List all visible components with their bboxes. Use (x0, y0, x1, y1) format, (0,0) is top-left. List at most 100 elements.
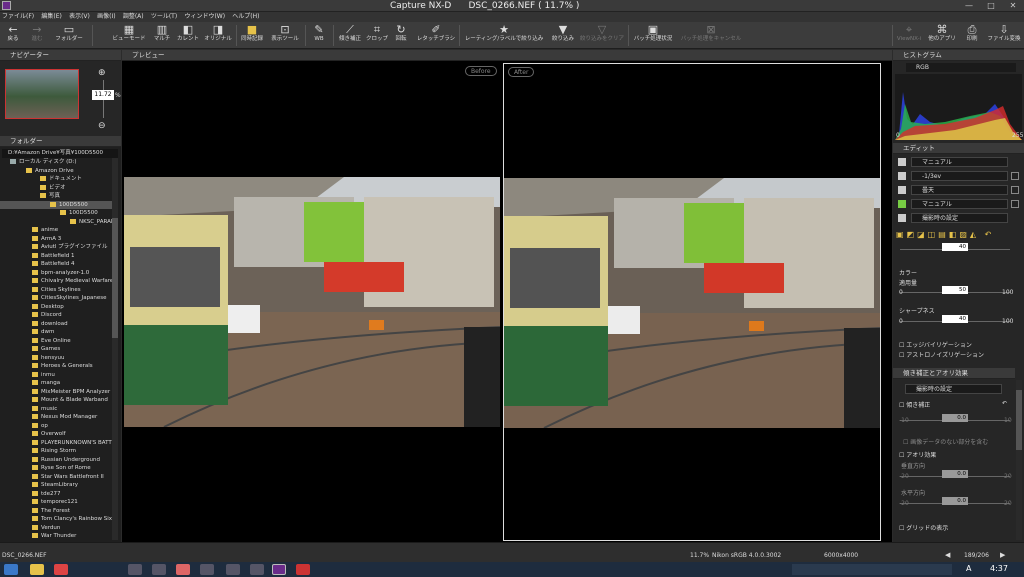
edit-picture-style[interactable]: マニュアル (895, 198, 1023, 210)
scroll-thumb[interactable] (1016, 390, 1022, 450)
menu-adjust[interactable]: 調整(A) (123, 12, 144, 22)
aori-checkbox[interactable]: ☐ アオリ効果 (899, 450, 936, 459)
folder-tree-item[interactable]: Eve Online (0, 337, 112, 345)
folder-tree-item[interactable]: Nexus Mod Manager (0, 413, 112, 421)
horizontal-slider[interactable]: 0.0 (900, 497, 1010, 507)
folder-tree-item[interactable]: 100D5500 (0, 209, 112, 217)
zoom-value[interactable]: 11.72 (92, 90, 114, 100)
menu-window[interactable]: ウィンドウ(W) (184, 12, 225, 22)
navigator-thumbnail[interactable] (5, 69, 79, 119)
viewnx-button[interactable]: ⌖ ViewNX-i (894, 23, 924, 48)
lens-preset[interactable]: 撮影時の設定 (895, 383, 1023, 395)
folder-tree-item[interactable]: ビデオ (0, 184, 112, 192)
folder-tree-item[interactable]: anime (0, 226, 112, 234)
folder-tree-item[interactable]: Amazon Drive (0, 167, 112, 175)
app-taskbar-icon[interactable] (128, 564, 142, 575)
next-image-button[interactable]: ▶ (1000, 551, 1005, 559)
explorer-taskbar-icon[interactable] (30, 564, 44, 575)
app-taskbar-icon[interactable] (296, 564, 310, 575)
folder-tree-item[interactable]: CitiesSkylines_Japanese (0, 294, 112, 302)
menu-image[interactable]: 画像(I) (97, 12, 115, 22)
menu-help[interactable]: ヘルプ(H) (232, 12, 259, 22)
tilt-slider[interactable]: 0.0 (900, 414, 1010, 424)
folder-tree-item[interactable]: download (0, 320, 112, 328)
ime-indicator[interactable]: A (966, 564, 971, 573)
minimize-button[interactable]: — (958, 0, 980, 12)
top-slider-value[interactable]: 40 (942, 243, 968, 251)
retouch-brush-button[interactable]: ✐ レタッチブラシ (414, 23, 458, 48)
folder-tree-item[interactable]: SteamLibrary (0, 481, 112, 489)
current-button[interactable]: ◧ カレント (175, 23, 201, 48)
keep-area-checkbox[interactable]: ☐ 画像データのない部分を含む (903, 437, 988, 446)
clear-filter-button[interactable]: ▽ 絞り込みをクリア (578, 23, 626, 48)
folder-tree-item[interactable]: Battlefield 4 (0, 260, 112, 268)
folder-tree-item[interactable]: 写真 (0, 192, 112, 200)
zoom-in-icon[interactable]: ⊕ (98, 68, 106, 78)
tilt-value[interactable]: 0.0 (942, 414, 968, 422)
app-taskbar-icon[interactable] (152, 564, 166, 575)
folder-tree-item[interactable]: Desktop (0, 303, 112, 311)
app-taskbar-icon[interactable] (176, 564, 190, 575)
capturenx-taskbar-icon[interactable] (272, 564, 286, 575)
folder-tree-item[interactable]: Heroes & Generals (0, 362, 112, 370)
edit-scrollbar[interactable] (1016, 380, 1022, 540)
convert-button[interactable]: ⇩ ファイル変換 (986, 23, 1022, 48)
batch-cancel-button[interactable]: ⊠ バッチ処理をキャンセル (678, 23, 744, 48)
exposure-checkbox[interactable] (1011, 172, 1019, 180)
zoom-out-icon[interactable]: ⊖ (98, 121, 106, 131)
folder-tree-item[interactable]: manga (0, 379, 112, 387)
viewmode-button[interactable]: ▦ ビューモード (110, 23, 148, 48)
app-taskbar-icon[interactable] (200, 564, 214, 575)
display-tool-button[interactable]: ⊡ 表示ツール (268, 23, 302, 48)
batch-status-button[interactable]: ▣ バッチ処理状況 (630, 23, 676, 48)
rating-filter-button[interactable]: ★ レーティング/ラベルで絞り込み (461, 23, 547, 48)
scroll-thumb[interactable] (112, 218, 118, 338)
folder-tree-item[interactable]: inmu (0, 371, 112, 379)
clock[interactable]: 4:37 (990, 564, 1008, 573)
style-checkbox[interactable] (1011, 200, 1019, 208)
folder-tree-item[interactable]: Cities Skylines (0, 286, 112, 294)
multi-button[interactable]: ▥ マルチ (150, 23, 174, 48)
undo-icon[interactable]: ↶ (1002, 400, 1007, 407)
wb-button[interactable]: ✎ WB (308, 23, 330, 48)
maximize-button[interactable]: □ (980, 0, 1002, 12)
top-slider[interactable]: 40 (900, 243, 1010, 253)
print-button[interactable]: ⎙ 印刷 (960, 23, 984, 48)
wb-checkbox[interactable] (1011, 186, 1019, 194)
folder-tree-item[interactable]: ドキュメント (0, 175, 112, 183)
menu-edit[interactable]: 編集(E) (41, 12, 61, 22)
folder-tree-item[interactable]: ArmA 3 (0, 235, 112, 243)
folder-tree-item[interactable]: Rising Storm (0, 447, 112, 455)
folder-tree-item[interactable]: Mount & Blade Warband (0, 396, 112, 404)
folder-tree-item[interactable]: War Thunder (0, 532, 112, 540)
horizontal-value[interactable]: 0.0 (942, 497, 968, 505)
folder-tree-item[interactable]: Battlefield 1 (0, 252, 112, 260)
folder-tree-item[interactable]: op (0, 422, 112, 430)
app-taskbar-icon[interactable] (226, 564, 240, 575)
after-pane[interactable]: After (503, 63, 881, 541)
folder-tree-item[interactable]: dwm (0, 328, 112, 336)
folder-tree-item[interactable]: temporec121 (0, 498, 112, 506)
vertical-slider[interactable]: 0.0 (900, 470, 1010, 480)
original-button[interactable]: ◨ オリジナル (202, 23, 234, 48)
sharpness-slider[interactable]: 40 (900, 315, 1010, 325)
forward-button[interactable]: → 進む (26, 23, 48, 48)
edge-checkbox[interactable]: ☐ エッジバイリゲーション (899, 340, 972, 349)
rotate-button[interactable]: ↻ 回転 (390, 23, 412, 48)
start-button[interactable] (4, 564, 18, 575)
folder-tree-item[interactable]: Russian Underground (0, 456, 112, 464)
folder-tree-item[interactable]: Verdun (0, 524, 112, 532)
channel-select[interactable]: RGB (906, 63, 1016, 72)
edit-picture-control[interactable]: マニュアル (895, 156, 1023, 168)
app-taskbar-icon[interactable] (250, 564, 264, 575)
folder-path[interactable]: D:¥Amazon Drive¥写真¥100D5500 (2, 149, 118, 158)
folder-tree-item[interactable]: MixMeister BPM Analyzer (0, 388, 112, 396)
prev-image-button[interactable]: ◀ (945, 551, 950, 559)
folder-tree-item[interactable]: ローカル ディスク (D:) (0, 158, 112, 166)
other-app-button[interactable]: ⌘ 他のアプリ (926, 23, 958, 48)
chrome-taskbar-icon[interactable] (54, 564, 68, 575)
folder-tree-item[interactable]: tde277 (0, 490, 112, 498)
folder-tree-item[interactable]: Star Wars Battlefront II (0, 473, 112, 481)
close-button[interactable]: ✕ (1002, 0, 1024, 12)
folder-scrollbar[interactable] (112, 158, 118, 540)
